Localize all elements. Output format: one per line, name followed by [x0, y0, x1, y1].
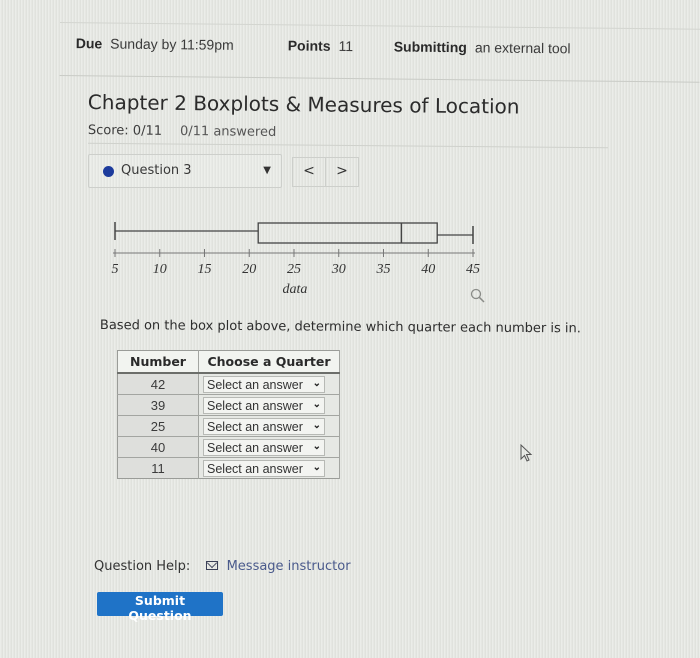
- question-help-label: Question Help:: [94, 559, 191, 574]
- quarter-select[interactable]: Select an answer ⌄: [203, 375, 325, 393]
- x-tick-label: 25: [287, 262, 301, 277]
- answer-table: Number Choose a Quarter 42 Select an answ…: [117, 350, 340, 479]
- quarter-select[interactable]: Select an answer ⌄: [203, 417, 325, 435]
- number-cell: 39: [117, 394, 199, 416]
- message-instructor-link[interactable]: Message instructor: [227, 559, 351, 574]
- x-axis: 5 10 15 20 25 30 35 40 45: [112, 249, 480, 277]
- table-row: 39 Select an answer ⌄: [117, 394, 340, 416]
- table-row: 42 Select an answer ⌄: [117, 372, 340, 395]
- points-value: 11: [338, 37, 354, 55]
- score-line: Score: 0/11 0/11 answered: [88, 123, 277, 140]
- quarter-cell: Select an answer ⌄: [198, 415, 340, 437]
- x-tick-label: 10: [153, 262, 167, 277]
- column-header-number: Number: [117, 350, 199, 374]
- x-tick-label: 5: [112, 262, 119, 277]
- answered-count: 0/11 answered: [179, 123, 277, 140]
- number-cell: 11: [117, 457, 199, 479]
- chevron-down-icon: ⌄: [312, 419, 321, 431]
- table-row: 11 Select an answer ⌄: [117, 457, 340, 479]
- due-value: Sunday by 11:59pm: [110, 35, 234, 53]
- chevron-down-icon: ⌄: [312, 377, 321, 389]
- x-tick-label: 20: [242, 262, 256, 277]
- x-axis-label: data: [283, 282, 308, 297]
- boxplot-marks: [114, 222, 474, 244]
- question-help: Question Help: Message instructor: [94, 559, 351, 574]
- x-tick-label: 45: [466, 262, 480, 277]
- column-header-quarter: Choose a Quarter: [198, 350, 340, 374]
- table-row: 40 Select an answer ⌄: [117, 436, 340, 458]
- score-value: Score: 0/11: [87, 123, 163, 139]
- x-tick-label: 15: [198, 262, 212, 277]
- divider: [88, 142, 608, 149]
- chevron-down-icon: ⌄: [312, 461, 321, 473]
- due-label: Due: [75, 35, 103, 52]
- x-tick-label: 30: [331, 262, 346, 277]
- x-tick-label: 35: [376, 262, 391, 277]
- next-question-button[interactable]: >: [325, 158, 358, 186]
- quarter-cell: Select an answer ⌄: [198, 457, 340, 479]
- quiz-title: Chapter 2 Boxplots & Measures of Locatio…: [87, 90, 520, 119]
- question-prompt: Based on the box plot above, determine w…: [99, 318, 581, 337]
- number-cell: 25: [117, 415, 199, 437]
- x-tick-label: 40: [421, 262, 435, 277]
- quarter-select[interactable]: Select an answer ⌄: [203, 438, 325, 456]
- quarter-select-value: Select an answer: [207, 419, 303, 434]
- number-cell: 42: [117, 372, 199, 395]
- previous-question-button[interactable]: <: [293, 158, 325, 186]
- envelope-icon: [206, 561, 219, 570]
- quarter-cell: Select an answer ⌄: [198, 436, 340, 458]
- quarter-select-value: Select an answer: [207, 377, 303, 392]
- chevron-down-icon: ⌄: [312, 398, 321, 410]
- submitting-info: Submitting an external tool: [394, 38, 571, 56]
- chevron-down-icon: ⌄: [312, 440, 321, 452]
- points-label: Points: [287, 37, 331, 54]
- submit-question-button[interactable]: Submit Question: [97, 592, 223, 623]
- question-status-dot-icon: [103, 166, 114, 177]
- submitting-value: an external tool: [474, 39, 571, 57]
- assignment-meta-bar: Due Sunday by 11:59pm Points 11 Submitting…: [59, 22, 700, 83]
- quarter-select-value: Select an answer: [207, 461, 303, 476]
- question-select-label: Question 3: [121, 163, 192, 178]
- quarter-cell: Select an answer ⌄: [198, 372, 340, 395]
- quarter-select-value: Select an answer: [207, 398, 303, 413]
- submitting-label: Submitting: [393, 38, 467, 56]
- quarter-select[interactable]: Select an answer ⌄: [203, 459, 325, 477]
- question-select[interactable]: Question 3 ▼: [88, 154, 282, 188]
- quarter-cell: Select an answer ⌄: [198, 394, 340, 416]
- mouse-cursor-icon: [520, 444, 533, 462]
- points-info: Points 11: [288, 37, 353, 54]
- quarter-select[interactable]: Select an answer ⌄: [203, 396, 325, 414]
- caret-down-icon: ▼: [263, 165, 271, 176]
- magnify-icon[interactable]: [470, 288, 486, 304]
- number-cell: 40: [117, 436, 199, 458]
- table-row: 25 Select an answer ⌄: [117, 415, 340, 437]
- due-info: Due Sunday by 11:59pm: [76, 35, 234, 53]
- boxplot-chart: 5 10 15 20 25 30 35 40 45 data: [112, 222, 480, 297]
- quarter-select-value: Select an answer: [207, 440, 303, 455]
- question-nav-buttons: < >: [292, 157, 359, 187]
- iqr-box: [257, 222, 438, 244]
